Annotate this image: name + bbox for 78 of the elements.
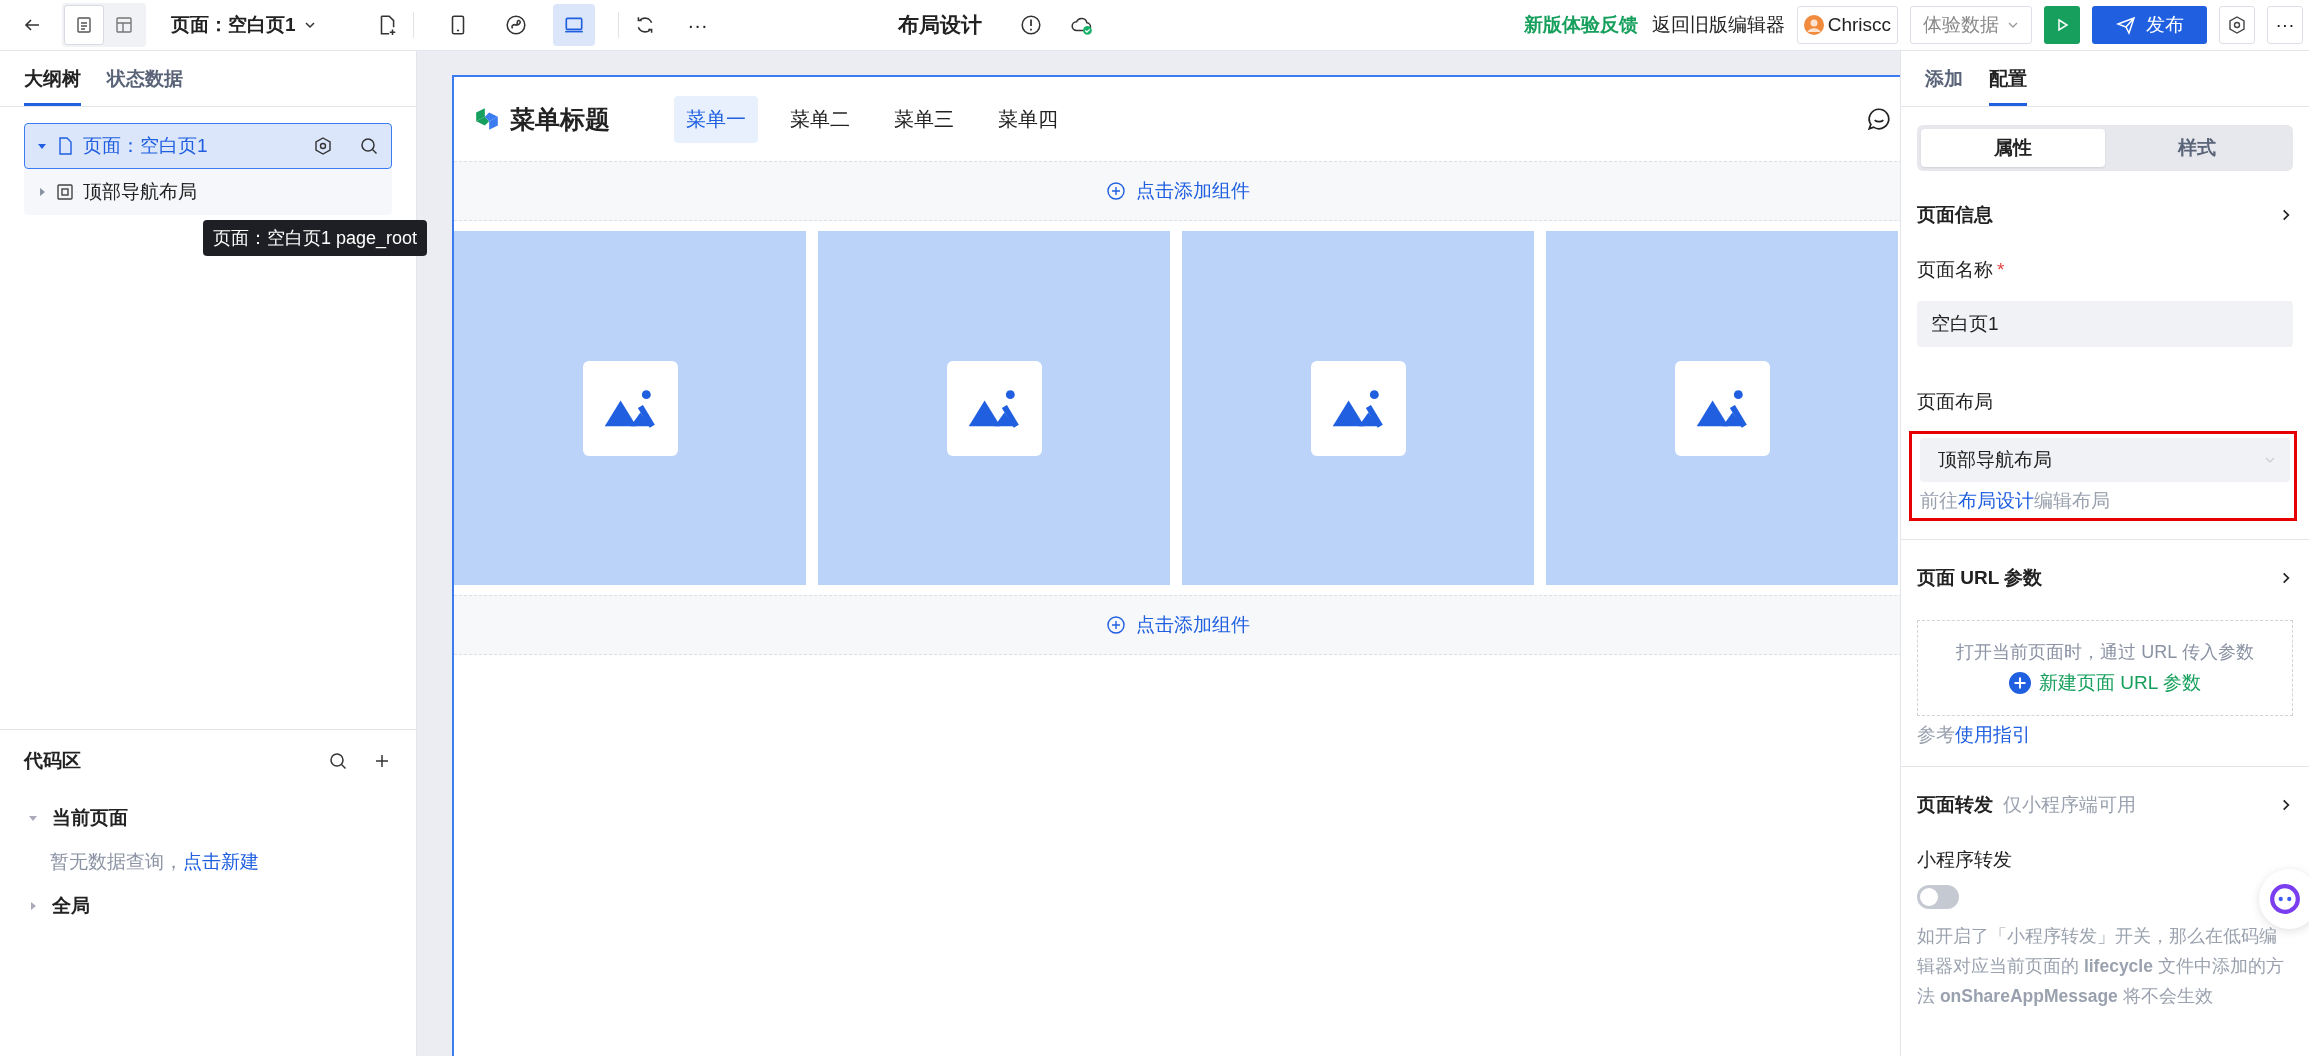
run-button[interactable]: [2044, 6, 2080, 44]
empty-text: 打开当前页面时，通过 URL 传入参数: [1956, 641, 2254, 664]
field-label: 页面布局: [1917, 390, 1993, 414]
required-mark: *: [1997, 259, 2005, 281]
menu-item[interactable]: 菜单三: [882, 95, 966, 143]
more-button[interactable]: ···: [2267, 6, 2303, 44]
caret-icon: [28, 901, 38, 911]
send-icon: [2115, 15, 2136, 35]
panel-tab[interactable]: 大纲树: [24, 51, 81, 106]
section-title: 页面转发: [1917, 793, 1993, 817]
caret-icon[interactable]: [37, 141, 47, 151]
layout-select[interactable]: 顶部导航布局: [1920, 438, 2290, 482]
guide-link[interactable]: 使用指引: [1955, 722, 2031, 748]
code-group[interactable]: 当前页面: [24, 796, 392, 840]
panel-tab[interactable]: 配置: [1989, 51, 2027, 106]
settings-icon: [2227, 15, 2247, 35]
settings-button[interactable]: [2219, 6, 2255, 44]
field-label: 页面名称: [1917, 258, 1993, 282]
layout-icon: [114, 15, 134, 35]
caret-icon[interactable]: [37, 187, 47, 197]
segment-tab[interactable]: 属性: [1921, 129, 2105, 167]
caret-icon: [28, 813, 38, 823]
publish-button[interactable]: 发布: [2092, 6, 2207, 44]
add-component-button[interactable]: 点击添加组件: [1106, 612, 1250, 638]
image-icon: [946, 360, 1042, 456]
mini-program-icon: [504, 14, 527, 36]
panel-tab[interactable]: 添加: [1925, 51, 1963, 106]
image-icon: [582, 360, 678, 456]
section-note: 仅小程序端可用: [2003, 793, 2136, 817]
section-title: 页面信息: [1917, 203, 1993, 227]
empty-text: 暂无数据查询，: [50, 850, 183, 874]
forward-toggle[interactable]: [1917, 885, 1959, 909]
hint-text: 前往: [1920, 489, 1958, 513]
hint-text: 编辑布局: [2034, 489, 2110, 513]
info-icon[interactable]: [1019, 14, 1042, 36]
logo-icon: [474, 106, 500, 132]
robot-face-icon: [2269, 883, 2301, 915]
settings-icon[interactable]: [313, 136, 333, 156]
description-text: 如开启了「小程序转发」开关，那么在低码编辑器对应当前页面的 lifecycle 文件中添加的方法 onShareAppMessage 将不会生效: [1917, 925, 2285, 1008]
field-label: 小程序转发: [1917, 848, 2012, 872]
desktop-preview-button[interactable]: [552, 4, 595, 46]
page-selector[interactable]: 页面：空白页1: [171, 12, 316, 38]
search-icon[interactable]: [359, 136, 379, 156]
avatar-icon: [1803, 15, 1824, 35]
create-link[interactable]: 点击新建: [183, 849, 259, 875]
assistant-button[interactable]: [2259, 869, 2309, 929]
chat-icon[interactable]: [1866, 106, 1892, 132]
tree-item[interactable]: 顶部导航布局: [24, 169, 392, 215]
old-editor-link[interactable]: 返回旧版编辑器: [1651, 12, 1785, 38]
panel-tab[interactable]: 状态数据: [107, 51, 183, 106]
menu-item[interactable]: 菜单一: [674, 95, 758, 143]
code-group[interactable]: 全局: [24, 884, 392, 928]
segment-tab[interactable]: 样式: [2105, 129, 2289, 167]
image-icon: [1310, 360, 1406, 456]
page-title: 布局设计: [897, 12, 982, 38]
page-name-field[interactable]: 空白页1: [1917, 301, 2293, 347]
menu-item[interactable]: 菜单二: [778, 95, 862, 143]
menu-item[interactable]: 菜单四: [986, 95, 1070, 143]
chevron-down-icon: [303, 19, 316, 31]
frame-icon: [55, 182, 75, 202]
data-select[interactable]: 体验数据: [1910, 6, 2032, 44]
section-title: 代码区: [24, 749, 82, 773]
hint-text: 参考: [1917, 723, 1955, 747]
user-button[interactable]: Chriscc: [1796, 6, 1898, 44]
plus-circle-icon: [1106, 181, 1126, 201]
layout-design-link[interactable]: 布局设计: [1958, 488, 2034, 514]
image-icon: [1674, 360, 1770, 456]
tooltip: 页面：空白页1 page_root: [203, 220, 428, 256]
plus-circle-icon: [1106, 615, 1126, 635]
search-icon[interactable]: [328, 751, 348, 771]
app-title: 菜单标题: [510, 103, 610, 135]
section-title: 页面 URL 参数: [1917, 566, 2043, 590]
more-button[interactable]: ···: [687, 13, 708, 37]
tree-item[interactable]: 页面：空白页1: [24, 123, 392, 169]
plus-circle-icon: [2009, 672, 2032, 694]
document-icon: [74, 15, 94, 35]
add-component-button[interactable]: 点击添加组件: [1106, 178, 1250, 204]
page-view-button[interactable]: [64, 5, 104, 45]
